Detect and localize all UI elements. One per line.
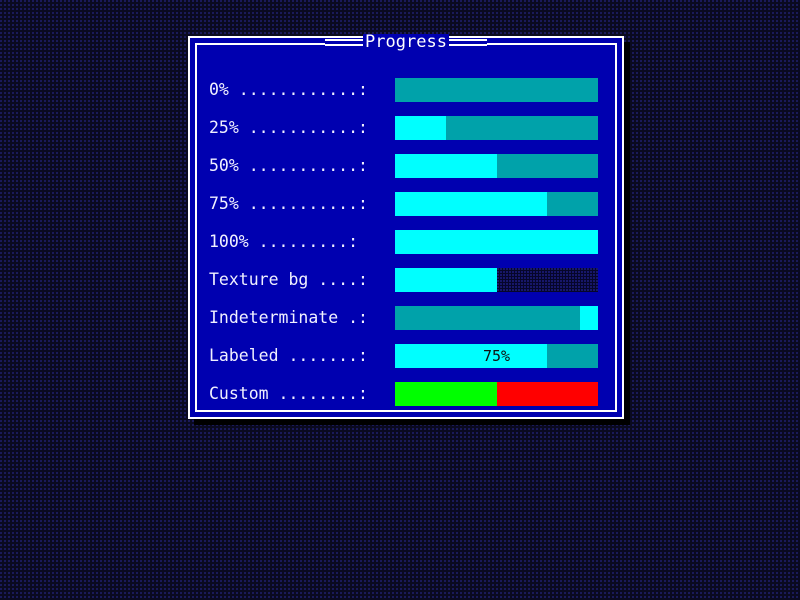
window-title-bar: Progress — [197, 32, 615, 52]
progress-row: 0% ............: — [209, 71, 609, 109]
progress-75 — [395, 192, 598, 216]
progress-labeled-label: Labeled .......: — [209, 345, 368, 365]
progress-25-fill — [395, 116, 446, 140]
title-rule-right — [448, 38, 487, 46]
progress-row: Custom ........: — [209, 375, 609, 413]
progress-row: Texture bg ....: — [209, 261, 609, 299]
progress-texture-bg-label: Texture bg ....: — [209, 269, 368, 289]
progress-75-fill — [395, 192, 548, 216]
progress-0-label: 0% ............: — [209, 79, 368, 99]
title-rule-left — [325, 38, 364, 46]
progress-texture-bg — [395, 268, 598, 292]
progress-row: 50% ...........: — [209, 147, 609, 185]
progress-row-list: 0% ............: 25% ...........: 50% ....… — [209, 71, 609, 413]
progress-window: Progress 0% ............: 25% ...........… — [188, 33, 624, 419]
progress-labeled-value-text: 75% — [482, 346, 511, 365]
progress-100-fill — [395, 230, 598, 254]
progress-indeterminate-chunk — [579, 306, 598, 330]
progress-0 — [395, 78, 598, 102]
progress-100 — [395, 230, 598, 254]
progress-indeterminate-label: Indeterminate .: — [209, 307, 368, 327]
progress-custom-fill — [395, 382, 497, 406]
progress-labeled: 75% — [395, 344, 598, 368]
progress-75-label: 75% ...........: — [209, 193, 368, 213]
progress-100-label: 100% .........: — [209, 231, 359, 251]
progress-row: 100% .........: — [209, 223, 609, 261]
progress-row: 75% ...........: — [209, 185, 609, 223]
progress-25 — [395, 116, 598, 140]
progress-50-fill — [395, 154, 497, 178]
progress-custom-label: Custom ........: — [209, 383, 368, 403]
progress-row: 25% ...........: — [209, 109, 609, 147]
progress-25-label: 25% ...........: — [209, 117, 368, 137]
progress-row: Indeterminate .: — [209, 299, 609, 337]
window-title: Progress — [363, 31, 449, 52]
progress-50-label: 50% ...........: — [209, 155, 368, 175]
progress-custom — [395, 382, 598, 406]
progress-texture-bg-fill — [395, 268, 497, 292]
window-inner-frame: Progress 0% ............: 25% ...........… — [195, 33, 617, 413]
progress-50 — [395, 154, 598, 178]
progress-indeterminate — [395, 306, 598, 330]
progress-row: Labeled .......: 75% — [209, 337, 609, 375]
